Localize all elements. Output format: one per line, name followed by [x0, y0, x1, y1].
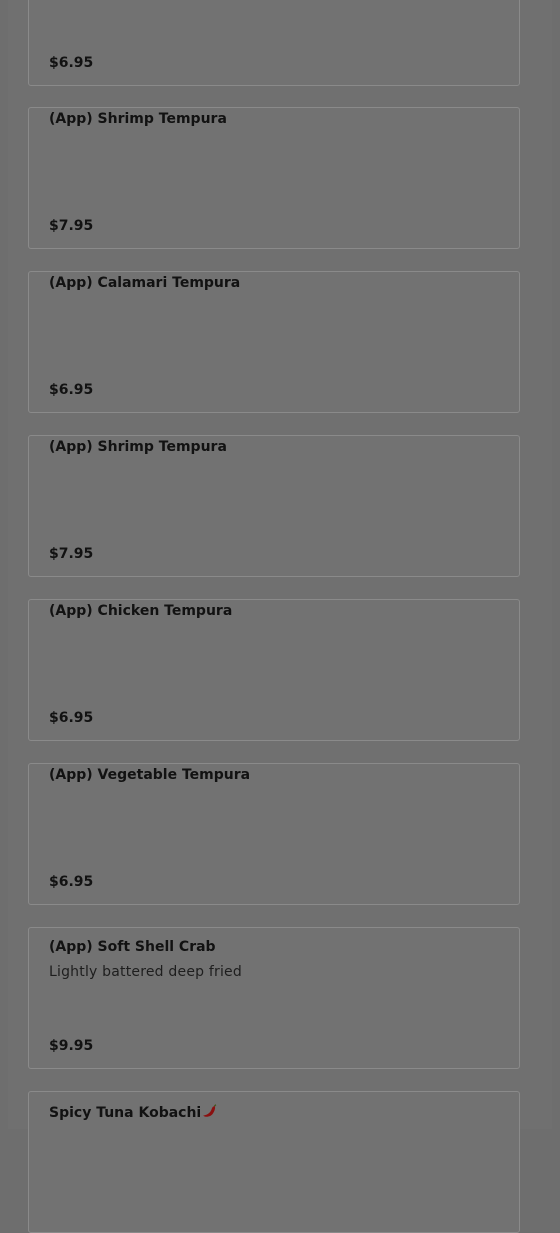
menu-item-name: (App) Calamari Tempura	[49, 275, 241, 291]
menu-item-price: $9.95	[49, 1038, 94, 1054]
menu-item-price: $7.95	[49, 546, 94, 562]
menu-item-price: $6.95	[49, 55, 94, 71]
chili-pepper-icon	[202, 1103, 218, 1119]
menu-item-card[interactable]: (App) Chicken Tempura $6.95	[28, 599, 520, 741]
menu-item-card[interactable]: (App) Vegetable Tempura $6.95	[28, 763, 520, 905]
menu-item-price: $7.95	[49, 218, 94, 234]
menu-item-card[interactable]: (App) Soft Shell Crab Lightly battered d…	[28, 927, 520, 1069]
menu-item-price: $6.95	[49, 382, 94, 398]
menu-item-card[interactable]: $6.95	[28, 0, 520, 86]
menu-item-name: (App) Soft Shell Crab	[49, 939, 216, 955]
menu-item-name-wrapper: Spicy Tuna Kobachi	[49, 1103, 218, 1122]
menu-item-price: $6.95	[49, 874, 94, 890]
menu-item-price: $6.95	[49, 710, 94, 726]
menu-list: $6.95 (App) Shrimp Tempura $7.95 (App) C…	[8, 0, 552, 1233]
menu-item-card[interactable]: (App) Shrimp Tempura $7.95	[28, 107, 520, 249]
menu-item-name: (App) Shrimp Tempura	[49, 439, 227, 455]
menu-item-name: (App) Chicken Tempura	[49, 603, 233, 619]
menu-item-name: Spicy Tuna Kobachi	[49, 1105, 202, 1121]
menu-item-card[interactable]: (App) Shrimp Tempura $7.95	[28, 435, 520, 577]
menu-item-name: (App) Shrimp Tempura	[49, 111, 227, 127]
menu-item-card[interactable]: Spicy Tuna Kobachi	[28, 1091, 520, 1233]
menu-item-name: (App) Vegetable Tempura	[49, 767, 251, 783]
menu-item-card[interactable]: (App) Calamari Tempura $6.95	[28, 271, 520, 413]
menu-item-description: Lightly battered deep fried	[49, 964, 242, 980]
